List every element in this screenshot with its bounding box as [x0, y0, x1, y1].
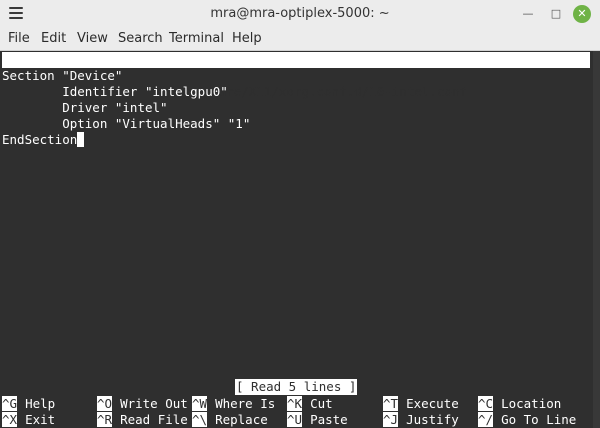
- shortcut-key: ^W: [192, 396, 208, 411]
- terminal-window: mra@mra-optiplex-5000: ~ — □ ✕ File Edit…: [0, 0, 600, 428]
- shortcut-label: Justify: [406, 412, 459, 427]
- nano-header-bar: GNU nano 6.2 /usr/share/X11/xorg.conf.d/…: [2, 52, 590, 99]
- shortcut-key: ^X: [2, 412, 18, 427]
- file-line-3[interactable]: Driver "intel": [2, 100, 167, 116]
- shortcut-label: Exit: [25, 412, 56, 427]
- text-cursor: [77, 132, 85, 147]
- shortcut-key: ^\: [192, 412, 208, 427]
- menu-help[interactable]: Help: [232, 31, 262, 46]
- shortcut-label: Cut: [310, 396, 333, 411]
- shortcut-key: ^T: [383, 396, 399, 411]
- shortcut-label: Paste: [310, 412, 348, 427]
- shortcut-execute[interactable]: ^T Execute: [383, 396, 459, 412]
- shortcut-key: ^R: [97, 412, 113, 427]
- shortcut-write-out[interactable]: ^O Write Out: [97, 396, 188, 412]
- shortcut-paste[interactable]: ^U Paste: [287, 412, 348, 428]
- shortcut-replace[interactable]: ^\ Replace: [192, 412, 268, 428]
- minimize-icon[interactable]: —: [519, 5, 537, 23]
- maximize-icon[interactable]: □: [547, 5, 565, 23]
- shortcut-justify[interactable]: ^J Justify: [383, 412, 459, 428]
- shortcut-label: Where Is: [215, 396, 276, 411]
- shortcut-key: ^/: [478, 412, 494, 427]
- terminal-scrollbar[interactable]: [593, 51, 600, 428]
- shortcut-key: ^O: [97, 396, 113, 411]
- shortcut-key: ^U: [287, 412, 303, 427]
- shortcut-label: Read File: [120, 412, 188, 427]
- file-line-5[interactable]: EndSection: [2, 132, 85, 148]
- shortcut-label: Execute: [406, 396, 459, 411]
- menu-terminal[interactable]: Terminal: [169, 31, 224, 46]
- shortcut-where-is[interactable]: ^W Where Is: [192, 396, 275, 412]
- shortcut-location[interactable]: ^C Location: [478, 396, 561, 412]
- shortcut-read-file[interactable]: ^R Read File: [97, 412, 188, 428]
- file-line-2[interactable]: Identifier "intelgpu0": [2, 84, 228, 100]
- shortcut-key: ^G: [2, 396, 18, 411]
- menu-search[interactable]: Search: [118, 31, 163, 46]
- shortcut-key: ^J: [383, 412, 399, 427]
- shortcut-help[interactable]: ^G Help: [2, 396, 55, 412]
- close-icon[interactable]: ✕: [573, 5, 591, 23]
- shortcut-label: Go To Line: [501, 412, 577, 427]
- menu-edit[interactable]: Edit: [41, 31, 66, 46]
- file-line-4[interactable]: Option "VirtualHeads" "1": [2, 116, 250, 132]
- file-line-5-text: EndSection: [2, 132, 78, 147]
- terminal-area[interactable]: GNU nano 6.2 /usr/share/X11/xorg.conf.d/…: [0, 51, 600, 428]
- window-title: mra@mra-optiplex-5000: ~: [210, 6, 390, 21]
- shortcut-cut[interactable]: ^K Cut: [287, 396, 333, 412]
- menu-bar: File Edit View Search Terminal Help: [0, 28, 600, 51]
- shortcut-label: Replace: [215, 412, 268, 427]
- menu-file[interactable]: File: [8, 31, 30, 46]
- status-message: [ Read 5 lines ]: [235, 379, 358, 395]
- menu-view[interactable]: View: [77, 31, 108, 46]
- shortcut-key: ^K: [287, 396, 303, 411]
- file-line-1[interactable]: Section "Device": [2, 68, 122, 84]
- shortcut-exit[interactable]: ^X Exit: [2, 412, 55, 428]
- title-bar: mra@mra-optiplex-5000: ~ — □ ✕: [0, 0, 600, 28]
- shortcut-go-to-line[interactable]: ^/ Go To Line: [478, 412, 576, 428]
- shortcut-label: Write Out: [120, 396, 188, 411]
- shortcut-label: Location: [501, 396, 562, 411]
- shortcut-label: Help: [25, 396, 56, 411]
- shortcut-key: ^C: [478, 396, 494, 411]
